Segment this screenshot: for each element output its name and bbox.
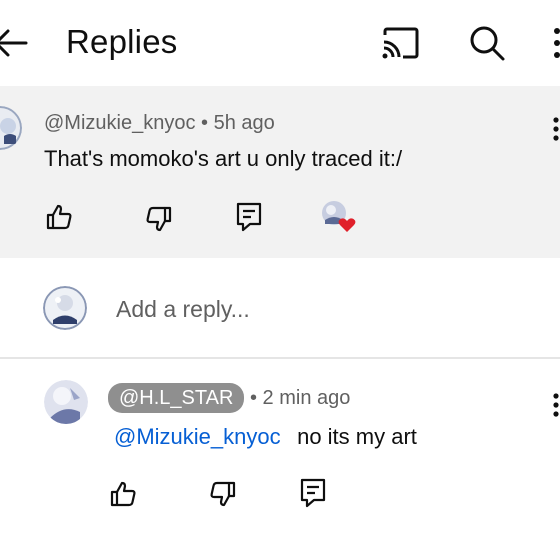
add-reply-input[interactable]: Add a reply... xyxy=(116,296,250,323)
author-handle-badge[interactable]: @H.L_STAR xyxy=(108,383,245,413)
top-app-bar: Replies xyxy=(0,0,560,86)
like-icon[interactable] xyxy=(45,203,73,231)
creator-heart-icon[interactable] xyxy=(320,200,358,234)
reply-body: no its my art xyxy=(297,424,417,449)
avatar[interactable] xyxy=(44,380,88,424)
parent-comment: @Mizukie_knyoc • 5h ago That's momoko's … xyxy=(0,86,560,258)
reply-meta: @H.L_STAR • 2 min ago xyxy=(108,383,350,413)
reply-icon[interactable] xyxy=(300,478,326,508)
avatar[interactable] xyxy=(0,106,22,150)
page-title: Replies xyxy=(66,23,178,60)
divider xyxy=(0,357,560,359)
like-icon[interactable] xyxy=(109,480,137,508)
dislike-icon[interactable] xyxy=(145,205,173,233)
author-handle[interactable]: @Mizukie_knyoc xyxy=(44,112,195,134)
search-icon[interactable] xyxy=(468,24,506,62)
comment-meta: @Mizukie_knyoc • 5h ago xyxy=(44,112,275,135)
avatar[interactable] xyxy=(43,286,87,330)
back-arrow-icon[interactable] xyxy=(0,28,28,58)
comment-more-icon[interactable] xyxy=(550,392,560,418)
timestamp: 5h ago xyxy=(213,112,275,134)
reply-icon[interactable] xyxy=(236,202,262,232)
dislike-icon[interactable] xyxy=(209,480,237,508)
meta-separator: • xyxy=(249,387,257,409)
meta-separator: • xyxy=(201,112,209,134)
cast-icon[interactable] xyxy=(381,26,421,60)
comment-text: That's momoko's art u only traced it:/ xyxy=(44,146,403,171)
mention-link[interactable]: @Mizukie_knyoc xyxy=(114,424,281,449)
more-vert-icon[interactable] xyxy=(550,26,560,62)
timestamp: 2 min ago xyxy=(262,387,351,409)
comment-more-icon[interactable] xyxy=(550,116,560,142)
reply-text: @Mizukie_knyoc no its my art xyxy=(114,424,417,450)
